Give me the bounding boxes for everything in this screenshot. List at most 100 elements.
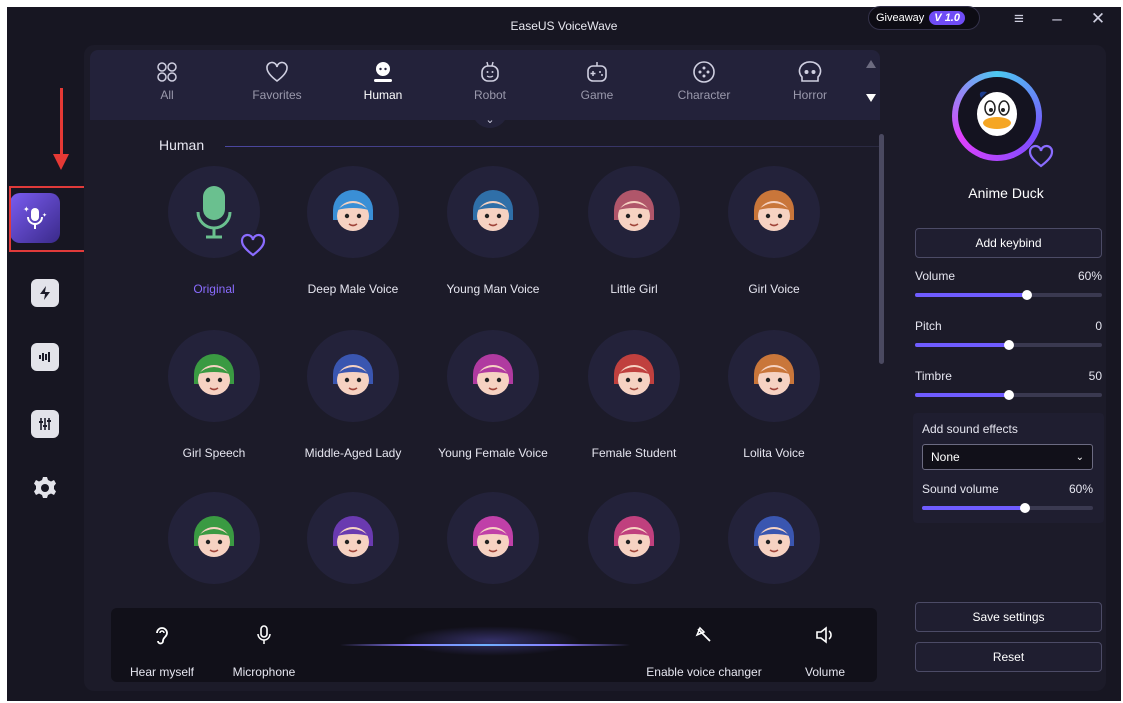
sidebar-quick-icon[interactable] [31, 279, 59, 307]
gear-icon [34, 477, 56, 498]
tab-label: All [160, 88, 174, 102]
voice-card[interactable]: Mature Male Voice [704, 492, 844, 604]
voice-card[interactable]: Game Girl [423, 492, 563, 604]
reset-button[interactable]: Reset [915, 642, 1102, 672]
chevron-down-icon: ⌄ [1075, 451, 1084, 463]
timbre-slider-knob[interactable] [1003, 390, 1014, 400]
volume-slider-value: 60% [1077, 269, 1102, 283]
volume-slider[interactable]: Volume 60% [915, 269, 1102, 300]
tab-favorites[interactable]: Favorites [237, 58, 317, 102]
sound-volume-knob[interactable] [1019, 503, 1030, 513]
voice-card[interactable]: Lolita Voice [704, 330, 844, 460]
grid-icon [157, 62, 177, 82]
character-icon [693, 61, 715, 83]
waveform-glow [401, 626, 581, 656]
voice-avatar [447, 166, 539, 258]
volume-button[interactable]: Volume [799, 624, 851, 679]
voice-avatar [588, 492, 680, 584]
character-face-icon [614, 354, 654, 395]
favorite-heart-icon[interactable] [240, 233, 266, 262]
save-settings-button[interactable]: Save settings [915, 602, 1102, 632]
voice-card[interactable]: Young Female Voice [423, 330, 563, 460]
add-keybind-button[interactable]: Add keybind [915, 228, 1102, 258]
microphone-label: Microphone [232, 665, 296, 679]
voice-card[interactable]: Girl Speech [144, 330, 284, 460]
voice-avatar [728, 166, 820, 258]
equalizer-icon [39, 418, 51, 430]
lightning-icon [40, 286, 50, 300]
sound-volume-slider[interactable]: Sound volume 60% [922, 482, 1093, 513]
voice-card[interactable]: Girl Voice [704, 166, 844, 296]
sidebar-mixer-icon[interactable] [31, 410, 59, 438]
character-face-icon [194, 516, 234, 557]
tab-robot[interactable]: Robot [450, 58, 530, 102]
voice-avatar [447, 492, 539, 584]
audio-file-icon [39, 352, 50, 362]
menu-icon[interactable]: ≡ [1007, 7, 1031, 31]
selected-voice-name: Anime Duck [968, 185, 1044, 201]
favorite-heart-icon[interactable] [1028, 144, 1054, 173]
microphone-button[interactable]: Microphone [229, 624, 299, 679]
tab-all[interactable]: All [127, 58, 207, 102]
enable-voice-changer-button[interactable]: Enable voice changer [641, 624, 767, 679]
tab-game[interactable]: Game [557, 58, 637, 102]
hear-myself-button[interactable]: Hear myself [129, 624, 195, 679]
voice-avatar [588, 166, 680, 258]
voice-label: Middle-Aged Lady [304, 446, 402, 460]
sound-volume-value: 60% [1068, 482, 1093, 496]
voice-card[interactable]: Gentle Lady Voice [564, 492, 704, 604]
voice-card[interactable]: Original [144, 166, 284, 296]
voice-card[interactable]: Female Student [564, 330, 704, 460]
tab-horror[interactable]: Horror [770, 58, 850, 102]
annotation-arrow-head [53, 154, 69, 170]
annotation-arrow-shaft [60, 88, 63, 158]
tab-label: Favorites [252, 88, 302, 102]
version-badge: V 1.0 [929, 11, 965, 25]
character-face-icon [473, 190, 513, 231]
tab-character[interactable]: Character [664, 58, 744, 102]
voice-card[interactable]: Young Lady Voice [144, 492, 284, 604]
voice-list-scrollbar[interactable] [879, 134, 884, 364]
person-icon [374, 62, 392, 82]
character-face-icon [614, 516, 654, 557]
bottom-control-bar: Hear myself Microphone Enable voice chan… [111, 608, 877, 682]
giveaway-button[interactable]: Giveaway V 1.0 [868, 6, 980, 30]
character-face-icon [614, 190, 654, 231]
voice-avatar [728, 492, 820, 584]
annotation-highlight-box [9, 186, 89, 252]
voice-card[interactable]: Middle-Aged Lady [283, 330, 423, 460]
timbre-slider-label: Timbre [915, 369, 952, 383]
voice-avatar [307, 492, 399, 584]
close-icon[interactable]: ✕ [1086, 7, 1110, 31]
voice-label: Little Girl [610, 282, 658, 296]
character-face-icon [754, 190, 794, 231]
voice-label: Young Female Voice [438, 446, 548, 460]
voice-card[interactable]: Little Girl [564, 166, 704, 296]
sound-effects-select[interactable]: None ⌄ [922, 444, 1093, 470]
pitch-slider[interactable]: Pitch 0 [915, 319, 1102, 350]
voice-avatar [588, 330, 680, 422]
sidebar-audio-file-icon[interactable] [31, 343, 59, 371]
tab-human[interactable]: Human [343, 58, 423, 102]
tabs-scroll-down-icon[interactable] [866, 94, 876, 102]
voice-card[interactable]: Deep Male Voice [283, 166, 423, 296]
magic-wand-icon [695, 626, 711, 642]
pitch-slider-knob[interactable] [1003, 340, 1014, 350]
volume-label: Volume [804, 665, 846, 679]
sound-effects-selected: None [931, 450, 960, 464]
timbre-slider[interactable]: Timbre 50 [915, 369, 1102, 400]
voice-label: Young Man Voice [446, 282, 540, 296]
character-face-icon [754, 516, 794, 557]
volume-slider-fill [915, 293, 1028, 297]
sidebar-settings[interactable] [31, 474, 59, 502]
voice-label: Deep Male Voice [307, 282, 399, 296]
giveaway-label: Giveaway [876, 12, 925, 24]
voice-card[interactable]: Husky Female Voice [283, 492, 423, 604]
voice-card[interactable]: Young Man Voice [423, 166, 563, 296]
tabs-scroll-up-icon[interactable] [866, 60, 876, 68]
character-face-icon [333, 190, 373, 231]
tab-label: Game [580, 88, 614, 102]
character-face-icon [473, 354, 513, 395]
gamepad-icon [587, 62, 607, 82]
minimize-icon[interactable]: – [1045, 7, 1069, 31]
